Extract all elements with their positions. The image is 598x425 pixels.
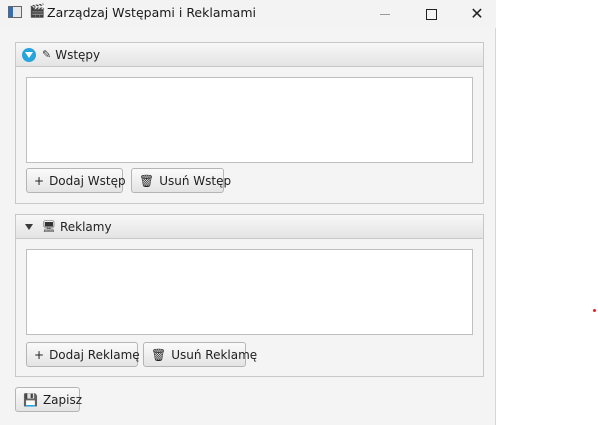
title-bar: 🎬 Zarządzaj Wstępami i Reklamami ✕ (0, 0, 496, 28)
intros-pane: ✎ Wstępy + Dodaj Wstęp 🗑 Usuń Wstęp (15, 42, 484, 204)
clapperboard-icon: 🎬 (29, 4, 46, 19)
add-ad-label: Dodaj Reklamę (49, 347, 140, 362)
app-window-icon (8, 6, 22, 18)
ads-pane: 🖥 Reklamy + Dodaj Reklamę 🗑 Usuń Reklamę (15, 214, 484, 377)
intros-pane-header[interactable]: ✎ Wstępy (16, 43, 483, 67)
remove-intro-button[interactable]: 🗑 Usuń Wstęp (131, 168, 231, 193)
ads-pane-title: Reklamy (59, 219, 112, 234)
trash-icon: 🗑 (139, 173, 155, 188)
floppy-disk-icon: 💾 (23, 392, 38, 407)
remove-ad-button[interactable]: 🗑 Usuń Reklamę (143, 342, 257, 367)
monitor-icon: 🖥 (42, 220, 56, 233)
window-title: Zarządzaj Wstępami i Reklamami (47, 5, 256, 20)
close-button[interactable]: ✕ (454, 0, 500, 28)
trash-icon: 🗑 (151, 347, 167, 362)
collapse-arrow-icon[interactable] (22, 220, 36, 234)
pencil-icon: ✎ (42, 48, 52, 61)
add-ad-button[interactable]: + Dodaj Reklamę (26, 342, 140, 367)
save-label: Zapisz (42, 392, 83, 407)
ads-list[interactable] (26, 249, 473, 335)
minimize-icon (380, 13, 390, 15)
add-intro-label: Dodaj Wstęp (49, 173, 126, 188)
minimize-button[interactable] (362, 0, 408, 28)
plus-icon: + (34, 173, 45, 188)
intros-pane-title: Wstępy (55, 47, 101, 62)
add-intro-button[interactable]: + Dodaj Wstęp (26, 168, 126, 193)
remove-ad-label: Usuń Reklamę (171, 347, 258, 362)
save-button[interactable]: 💾 Zapisz (15, 387, 83, 412)
close-icon: ✕ (470, 4, 484, 23)
maximize-icon (425, 8, 437, 20)
indicator-dot (593, 309, 596, 312)
ads-pane-header[interactable]: 🖥 Reklamy (16, 215, 483, 239)
plus-icon: + (34, 347, 45, 362)
remove-intro-label: Usuń Wstęp (159, 173, 232, 188)
dialog-window: 🎬 Zarządzaj Wstępami i Reklamami ✕ ✎ Wst… (0, 0, 496, 425)
maximize-button[interactable] (408, 0, 454, 28)
intros-list[interactable] (26, 77, 473, 163)
collapse-arrow-icon[interactable] (22, 47, 36, 62)
